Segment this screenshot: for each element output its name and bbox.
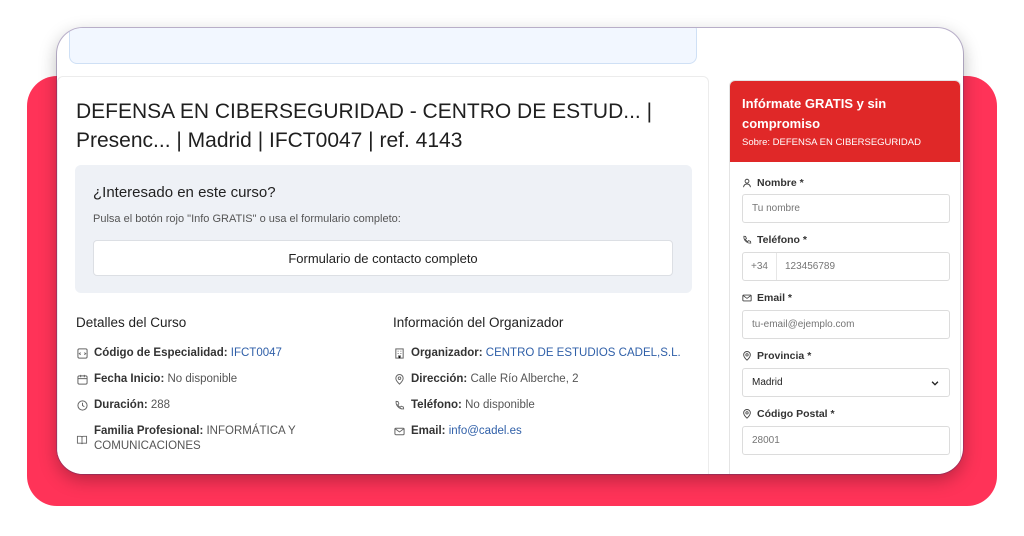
specialty-code-link[interactable]: IFCT0047: [231, 347, 282, 359]
postal-code-label: Código Postal *: [742, 408, 835, 420]
province-label: Provincia *: [742, 350, 811, 362]
course-details-heading: Detalles del Curso: [76, 315, 187, 330]
detail-specialty-code: Código de Especialidad: IFCT0047: [76, 346, 376, 361]
form-subtitle: Sobre: DEFENSA EN CIBERSEGURIDAD: [742, 137, 921, 148]
organizer-info-heading: Información del Organizador: [393, 315, 564, 330]
clock-icon: [76, 398, 88, 413]
mail-icon: [393, 424, 405, 439]
browser-window: DEFENSA EN CIBERSEGURIDAD - CENTRO DE ES…: [57, 28, 963, 474]
detail-label: Email:: [411, 425, 446, 437]
form-header: Infórmate GRATIS y sin compromiso Sobre:…: [730, 81, 960, 162]
user-icon: [742, 178, 752, 188]
detail-professional-family: Familia Profesional: INFORMÁTICA Y COMUN…: [76, 424, 326, 454]
address-value: Calle Río Alberche, 2: [470, 373, 579, 385]
building-icon: [393, 346, 405, 361]
code-icon: [76, 346, 88, 361]
name-input[interactable]: [752, 203, 940, 214]
detail-label: Dirección:: [411, 373, 468, 385]
email-label: Email *: [742, 292, 792, 304]
interest-box: ¿Interesado en este curso? Pulsa el botó…: [75, 165, 692, 293]
postal-code-field-wrapper: [742, 426, 950, 455]
interest-title: ¿Interesado en este curso?: [93, 184, 276, 201]
detail-label: Código de Especialidad:: [94, 347, 228, 359]
mail-icon: [742, 293, 752, 303]
phone-icon: [393, 398, 405, 413]
location-pin-icon: [742, 409, 752, 419]
page-title: DEFENSA EN CIBERSEGURIDAD - CENTRO DE ES…: [76, 100, 653, 152]
detail-label: Duración:: [94, 399, 148, 411]
chevron-down-icon: [930, 378, 940, 388]
organizer-email-row: Email: info@cadel.es: [393, 424, 693, 439]
email-field-wrapper: [742, 310, 950, 339]
detail-label: Organizador:: [411, 347, 483, 359]
detail-start-date: Fecha Inicio: No disponible: [76, 372, 376, 387]
detail-label: Fecha Inicio:: [94, 373, 165, 385]
full-contact-form-button[interactable]: Formulario de contacto completo: [93, 240, 673, 276]
phone-field-wrapper: +34: [742, 252, 950, 281]
organizer-name-link[interactable]: CENTRO DE ESTUDIOS CADEL,S.L.: [486, 347, 681, 359]
email-input[interactable]: [752, 319, 940, 330]
province-selected-value: Madrid: [752, 377, 783, 388]
interest-subtitle: Pulsa el botón rojo "Info GRATIS" o usa …: [93, 213, 401, 225]
duration-value: 288: [150, 399, 171, 411]
course-card: DEFENSA EN CIBERSEGURIDAD - CENTRO DE ES…: [57, 76, 709, 474]
calendar-icon: [76, 372, 88, 387]
postal-code-input[interactable]: [752, 435, 940, 446]
info-banner: [69, 28, 697, 64]
organizer-name-row: Organizador: CENTRO DE ESTUDIOS CADEL,S.…: [393, 346, 693, 361]
name-field-wrapper: [742, 194, 950, 223]
book-icon: [76, 424, 88, 454]
detail-label: Teléfono:: [411, 399, 462, 411]
phone-value: No disponible: [465, 399, 535, 411]
province-select[interactable]: Madrid: [742, 368, 950, 397]
phone-input[interactable]: [784, 261, 940, 272]
phone-icon: [742, 235, 752, 245]
detail-label: Familia Profesional:: [94, 425, 204, 437]
name-label: Nombre *: [742, 177, 804, 189]
email-link[interactable]: info@cadel.es: [449, 425, 522, 437]
phone-label: Teléfono *: [742, 234, 807, 246]
detail-duration: Duración: 288: [76, 398, 376, 413]
phone-prefix: +34: [751, 253, 777, 280]
contact-form-panel: Infórmate GRATIS y sin compromiso Sobre:…: [729, 80, 961, 474]
start-date-value: No disponible: [167, 373, 238, 385]
form-title: Infórmate GRATIS y sin compromiso: [742, 96, 887, 131]
organizer-phone-row: Teléfono: No disponible: [393, 398, 693, 413]
location-pin-icon: [393, 372, 405, 387]
location-pin-icon: [742, 351, 752, 361]
organizer-address-row: Dirección: Calle Río Alberche, 2: [393, 372, 693, 387]
